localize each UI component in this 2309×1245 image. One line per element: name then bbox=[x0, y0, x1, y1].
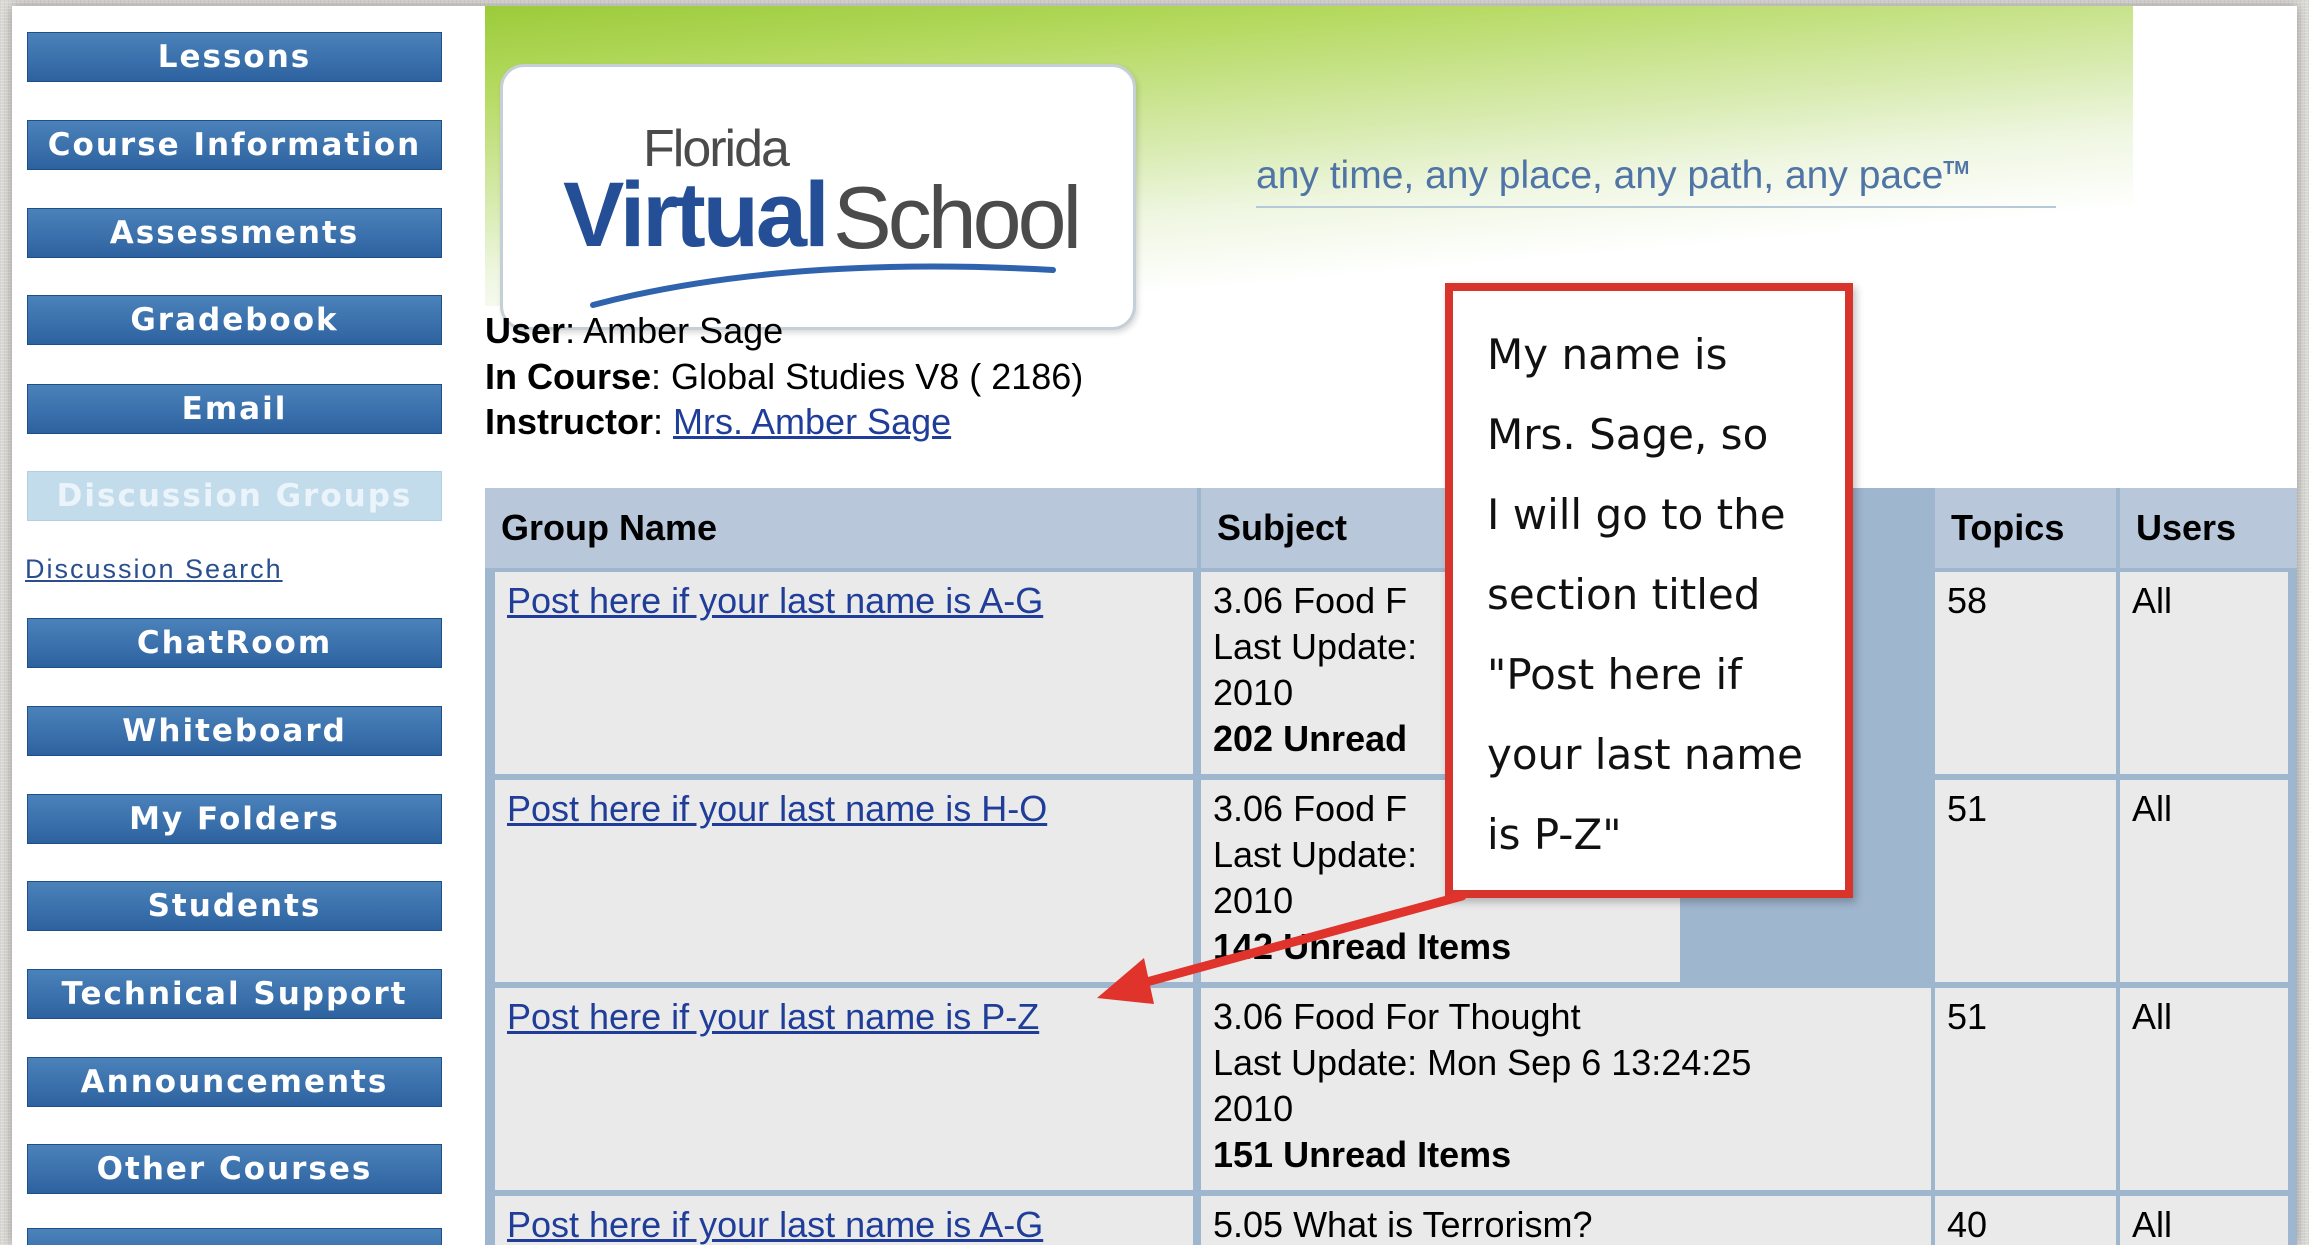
group-link[interactable]: Post here if your last name is A-G bbox=[507, 1204, 1043, 1245]
table-row-4-users: All bbox=[2120, 1196, 2288, 1245]
instructor-info: Instructor: Mrs. Amber Sage bbox=[485, 401, 952, 442]
user-label: User bbox=[485, 310, 566, 351]
table-row-3-group: Post here if your last name is P-Z bbox=[495, 988, 1193, 1190]
callout-line: Mrs. Sage, so bbox=[1487, 410, 1769, 459]
header-users: Users bbox=[2120, 488, 2297, 568]
tagline-underline bbox=[1256, 206, 2056, 208]
tagline: any time, any place, any path, any paceT… bbox=[1256, 154, 1969, 198]
user-info: User: Amber Sage bbox=[485, 310, 784, 351]
course-info: In Course: Global Studies V8 ( 2186) bbox=[485, 356, 1084, 397]
sidebar-item-technical-support[interactable]: Technical Support bbox=[27, 969, 442, 1019]
sidebar-item-students[interactable]: Students bbox=[27, 881, 442, 931]
group-link[interactable]: Post here if your last name is P-Z bbox=[507, 996, 1039, 1037]
sidebar-item-chatroom[interactable]: ChatRoom bbox=[27, 618, 442, 668]
course-value: Global Studies V8 ( 2186) bbox=[671, 356, 1084, 397]
callout-line: is P-Z" bbox=[1487, 810, 1622, 859]
discussion-groups-table: Group Name Subject Topics Users Post her… bbox=[485, 488, 2297, 1245]
subject-title: 5.05 What is Terrorism? bbox=[1213, 1204, 1593, 1245]
sidebar-item-partial[interactable] bbox=[27, 1228, 442, 1245]
callout-line: "Post here if bbox=[1487, 650, 1742, 699]
callout-line: your last name bbox=[1487, 730, 1804, 779]
sidebar-item-announcements[interactable]: Announcements bbox=[27, 1057, 442, 1107]
header-topics: Topics bbox=[1935, 488, 2116, 568]
table-row-2-group: Post here if your last name is H-O bbox=[495, 780, 1193, 982]
page: Lessons Course Information Assessments G… bbox=[12, 6, 2297, 1245]
sidebar-item-assessments[interactable]: Assessments bbox=[27, 208, 442, 258]
table-row-2-topics: 51 bbox=[1935, 780, 2116, 982]
instructor-link[interactable]: Mrs. Amber Sage bbox=[673, 401, 951, 442]
table-row-4-group: Post here if your last name is A-G bbox=[495, 1196, 1193, 1245]
table-row-4-topics: 40 bbox=[1935, 1196, 2116, 1245]
sidebar-item-gradebook[interactable]: Gradebook bbox=[27, 295, 442, 345]
logo-swoosh-icon bbox=[590, 263, 1056, 308]
table-row-1-group: Post here if your last name is A-G bbox=[495, 572, 1193, 774]
sidebar-nav: Lessons Course Information Assessments G… bbox=[12, 6, 482, 1245]
sidebar-item-whiteboard[interactable]: Whiteboard bbox=[27, 706, 442, 756]
course-label: In Course bbox=[485, 356, 652, 397]
callout-line: I will go to the bbox=[1487, 490, 1786, 539]
trademark-mark: TM bbox=[1943, 158, 1970, 178]
table-row-3-topics: 51 bbox=[1935, 988, 2116, 1190]
callout-line: section titled bbox=[1487, 570, 1761, 619]
sidebar-item-other-courses[interactable]: Other Courses bbox=[27, 1144, 442, 1194]
sidebar-item-email[interactable]: Email bbox=[27, 384, 442, 434]
table-row-3-users: All bbox=[2120, 988, 2288, 1190]
table-row-1-topics: 58 bbox=[1935, 572, 2116, 774]
school-logo: Florida Virtual School bbox=[500, 64, 1136, 330]
table-row-1-users: All bbox=[2120, 572, 2288, 774]
discussion-search-link[interactable]: Discussion Search bbox=[25, 554, 283, 585]
sidebar-item-lessons[interactable]: Lessons bbox=[27, 32, 442, 82]
header-group-name: Group Name bbox=[485, 488, 1197, 568]
table-row-4-subject: 5.05 What is Terrorism? bbox=[1201, 1196, 1931, 1245]
subject-year: 2010 bbox=[1213, 1088, 1294, 1129]
unread-count: 151 Unread Items bbox=[1213, 1134, 1512, 1175]
sidebar-item-discussion-groups[interactable]: Discussion Groups bbox=[27, 471, 442, 521]
annotation-callout: My name is Mrs. Sage, so I will go to th… bbox=[1445, 283, 1853, 898]
sidebar-item-course-information[interactable]: Course Information bbox=[27, 120, 442, 170]
table-row-2-users: All bbox=[2120, 780, 2288, 982]
callout-line: My name is bbox=[1487, 330, 1728, 379]
tagline-text: any time, any place, any path, any pace bbox=[1256, 154, 1944, 197]
group-link[interactable]: Post here if your last name is H-O bbox=[507, 788, 1047, 829]
subject-update: Last Update: Mon Sep 6 13:24:25 bbox=[1213, 1042, 1752, 1083]
callout-text: My name is Mrs. Sage, so I will go to th… bbox=[1487, 315, 1847, 875]
instructor-label: Instructor bbox=[485, 401, 654, 442]
annotation-arrow-icon bbox=[1097, 891, 1467, 1004]
group-link[interactable]: Post here if your last name is A-G bbox=[507, 580, 1043, 621]
sidebar-item-my-folders[interactable]: My Folders bbox=[27, 794, 442, 844]
user-value: Amber Sage bbox=[583, 310, 784, 351]
